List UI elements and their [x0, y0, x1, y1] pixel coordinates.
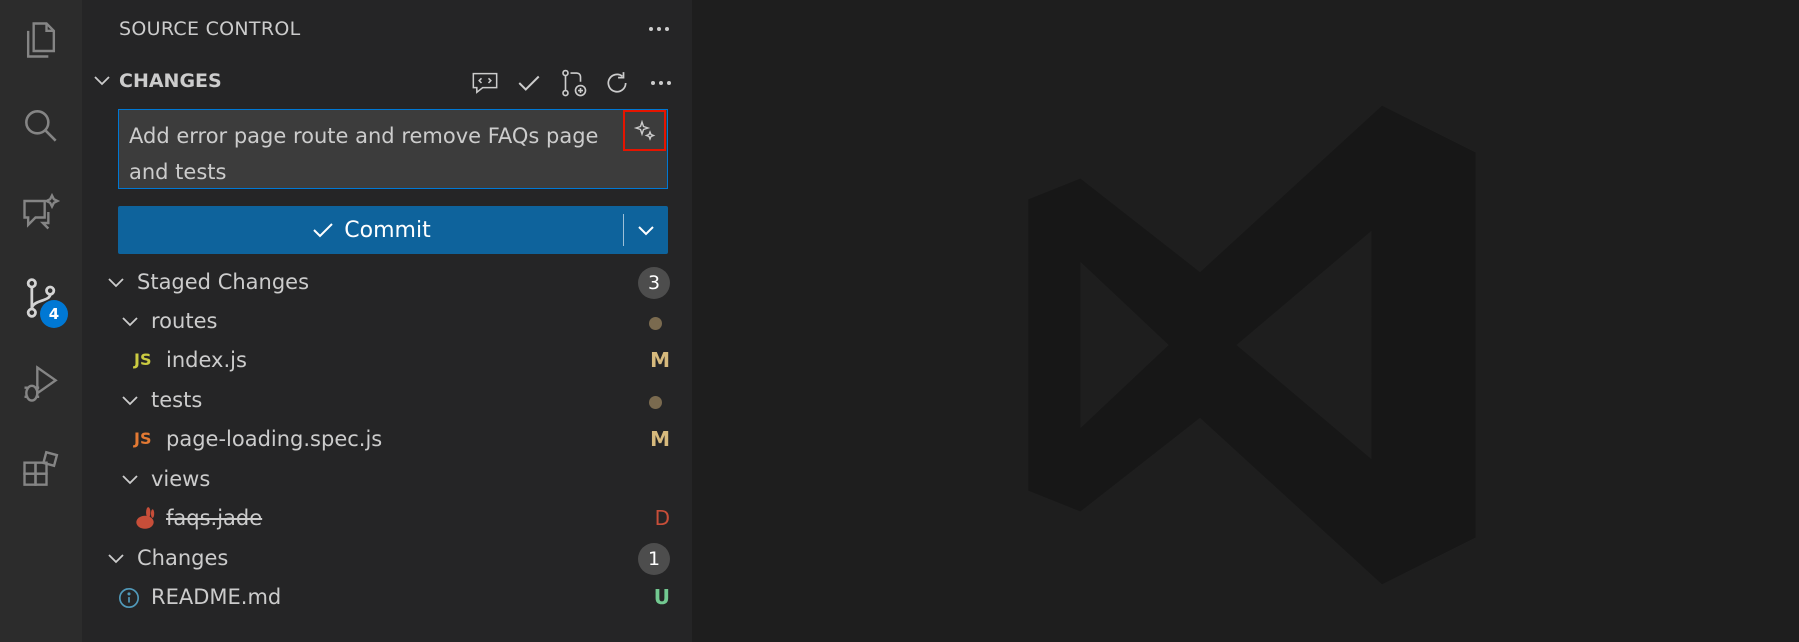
file-name: README.md: [151, 585, 282, 609]
file-name: index.js: [166, 348, 247, 372]
search-icon[interactable]: [17, 102, 65, 150]
chevron-down-icon: [120, 311, 140, 336]
commit-check-icon[interactable]: [512, 66, 546, 100]
file-row-faqs-jade[interactable]: faqs.jade D: [82, 500, 692, 538]
staged-changes-label: Staged Changes: [137, 270, 310, 294]
chevron-down-icon: [120, 469, 140, 494]
vscode-logo-watermark: [1028, 105, 1476, 585]
chat-icon[interactable]: [17, 188, 65, 236]
check-icon: [313, 223, 333, 238]
changes-count-badge: 1: [638, 543, 670, 575]
commit-button[interactable]: Commit: [118, 206, 668, 254]
file-name: page-loading.spec.js: [166, 427, 383, 451]
folder-row-tests[interactable]: tests: [82, 382, 692, 420]
section-label: CHANGES: [119, 70, 222, 92]
folder-modified-dot: [649, 317, 662, 330]
commit-message-input[interactable]: Add error page route and remove FAQs pag…: [118, 109, 668, 189]
folder-modified-dot: [649, 396, 662, 409]
status-deleted: D: [654, 506, 670, 530]
commit-label: Commit: [344, 217, 431, 243]
info-icon: [118, 587, 140, 614]
file-row-index-js[interactable]: JS index.js M: [82, 342, 692, 380]
more-actions-icon[interactable]: [644, 14, 674, 44]
javascript-file-icon: JS: [134, 429, 152, 448]
editor-area: [692, 0, 1799, 642]
javascript-file-icon: JS: [134, 350, 152, 369]
changes-label: Changes: [137, 546, 229, 570]
status-modified: M: [650, 348, 670, 372]
status-untracked: U: [653, 585, 670, 609]
folder-row-routes[interactable]: routes: [82, 303, 692, 341]
folder-row-views[interactable]: views: [82, 461, 692, 499]
sparkle-icon: [633, 119, 655, 141]
file-row-readme[interactable]: README.md U: [82, 579, 692, 617]
changes-section-header[interactable]: CHANGES: [82, 62, 692, 100]
folder-name: tests: [151, 388, 203, 412]
file-row-page-loading-spec[interactable]: JS page-loading.spec.js M: [82, 421, 692, 459]
commit-main-button[interactable]: Commit: [118, 206, 623, 254]
source-control-sidebar: SOURCE CONTROL CHANGES Add error page ro…: [82, 0, 692, 642]
activity-bar: 4: [0, 0, 82, 642]
refresh-icon[interactable]: [600, 66, 634, 100]
sidebar-title: SOURCE CONTROL: [119, 18, 301, 40]
run-debug-icon[interactable]: [17, 360, 65, 408]
chevron-down-icon: [92, 70, 112, 94]
jade-file-icon: [132, 506, 158, 537]
more-icon[interactable]: [644, 66, 678, 100]
commit-dropdown-button[interactable]: [624, 206, 668, 254]
chevron-down-icon: [106, 272, 126, 297]
generate-message-icon[interactable]: [468, 66, 502, 100]
create-pr-icon[interactable]: [556, 66, 590, 100]
changes-header[interactable]: Changes 1: [82, 540, 692, 578]
commit-message-text[interactable]: Add error page route and remove FAQs pag…: [129, 118, 609, 190]
staged-changes-header[interactable]: Staged Changes 3: [82, 264, 692, 302]
folder-name: views: [151, 467, 211, 491]
explorer-icon[interactable]: [17, 16, 65, 64]
status-modified: M: [650, 427, 670, 451]
generate-commit-message-button[interactable]: [623, 110, 666, 151]
chevron-down-icon: [638, 226, 654, 236]
scm-badge: 4: [40, 300, 68, 328]
extensions-icon[interactable]: [17, 446, 65, 494]
file-name-deleted: faqs.jade: [166, 506, 263, 530]
folder-name: routes: [151, 309, 218, 333]
chevron-down-icon: [120, 390, 140, 415]
chevron-down-icon: [106, 548, 126, 573]
staged-count-badge: 3: [638, 267, 670, 299]
